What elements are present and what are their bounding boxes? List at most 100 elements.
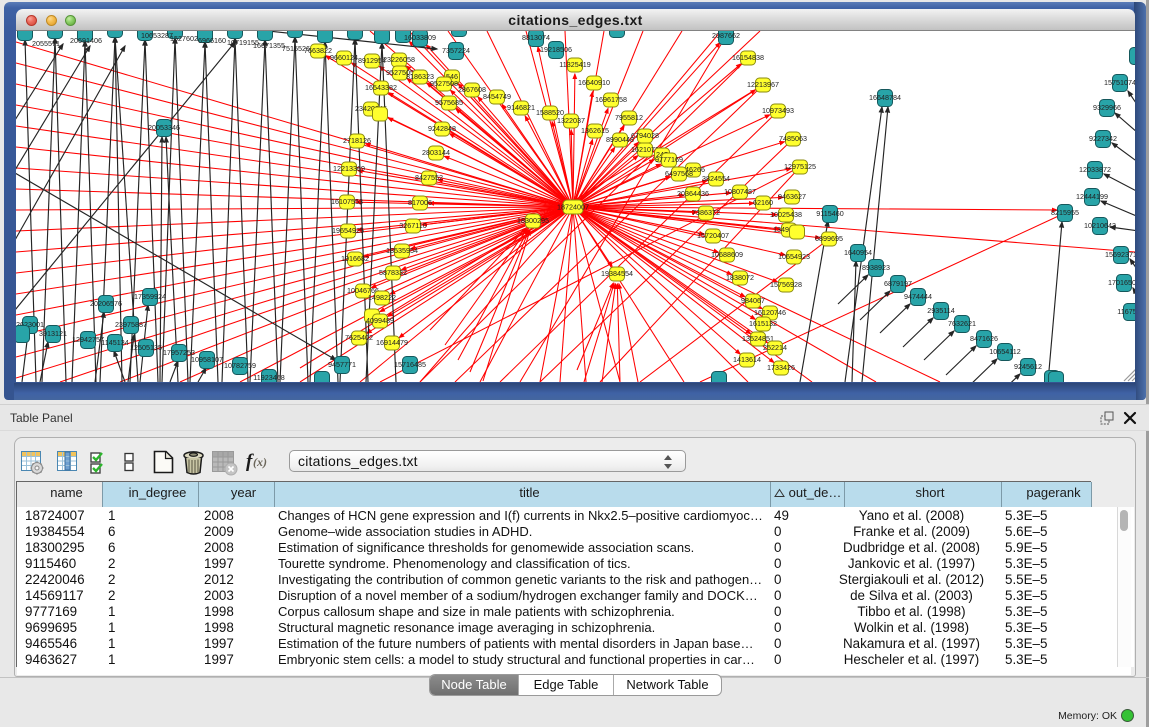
svg-text:7955812: 7955812 bbox=[615, 113, 643, 122]
svg-text:1362615: 1362615 bbox=[581, 126, 609, 135]
svg-text:8990448: 8990448 bbox=[606, 135, 634, 144]
svg-text:1733426: 1733426 bbox=[767, 363, 795, 372]
svg-text:8938923: 8938923 bbox=[862, 263, 890, 272]
svg-text:12444199: 12444199 bbox=[1076, 192, 1108, 201]
svg-text:16154838: 16154838 bbox=[732, 53, 764, 62]
svg-text:9777169: 9777169 bbox=[655, 155, 683, 164]
svg-text:12213967: 12213967 bbox=[747, 80, 779, 89]
svg-text:1145134: 1145134 bbox=[101, 338, 128, 347]
svg-text:19654925: 19654925 bbox=[332, 226, 364, 235]
svg-text:10654112: 10654112 bbox=[989, 347, 1020, 356]
svg-text:16914479: 16914479 bbox=[376, 338, 408, 347]
svg-text:20053346: 20053346 bbox=[148, 123, 180, 132]
svg-text:10958107: 10958107 bbox=[191, 355, 223, 364]
svg-text:18300295: 18300295 bbox=[517, 216, 549, 225]
svg-text:9329966: 9329966 bbox=[1093, 103, 1121, 112]
svg-text:9527508: 9527508 bbox=[430, 79, 458, 88]
svg-text:10973493: 10973493 bbox=[762, 106, 794, 115]
svg-text:1167533: 1167533 bbox=[1117, 307, 1135, 316]
svg-text:11325419: 11325419 bbox=[559, 60, 590, 69]
svg-text:3824554: 3824554 bbox=[702, 174, 730, 183]
svg-text:8912954: 8912954 bbox=[358, 56, 386, 65]
svg-text:6899695: 6899695 bbox=[815, 234, 843, 243]
svg-text:3913121: 3913121 bbox=[39, 329, 67, 338]
svg-text:8215955: 8215955 bbox=[1051, 208, 1079, 217]
svg-text:1527602: 1527602 bbox=[170, 34, 198, 43]
svg-text:8813074: 8813074 bbox=[522, 33, 550, 42]
svg-text:20364436: 20364436 bbox=[677, 189, 709, 198]
svg-text:7515526: 7515526 bbox=[282, 44, 310, 53]
svg-text:2803144: 2803144 bbox=[422, 148, 450, 157]
svg-text:23226058: 23226058 bbox=[383, 55, 415, 64]
svg-text:1916682: 1916682 bbox=[341, 254, 369, 263]
svg-text:16671355: 16671355 bbox=[253, 41, 285, 50]
svg-text:10654923: 10654923 bbox=[778, 252, 810, 261]
svg-text:16961758: 16961758 bbox=[595, 95, 627, 104]
svg-text:16543382: 16543382 bbox=[365, 83, 397, 92]
svg-text:984067: 984067 bbox=[741, 296, 765, 305]
svg-text:15716485: 15716485 bbox=[394, 360, 426, 369]
svg-text:7632621: 7632621 bbox=[948, 319, 976, 328]
svg-text:12975125: 12975125 bbox=[784, 162, 816, 171]
svg-text:15720407: 15720407 bbox=[697, 231, 729, 240]
svg-text:8471626: 8471626 bbox=[970, 334, 998, 343]
svg-text:10025438: 10025438 bbox=[770, 210, 802, 219]
svg-text:16033809: 16033809 bbox=[404, 33, 436, 42]
svg-text:9115460: 9115460 bbox=[816, 209, 843, 218]
svg-text:16107553: 16107553 bbox=[331, 197, 363, 206]
svg-text:10210643: 10210643 bbox=[1084, 221, 1116, 230]
svg-text:6794028: 6794028 bbox=[631, 131, 659, 140]
svg-text:7386372: 7386372 bbox=[692, 208, 720, 217]
svg-text:8454749: 8454749 bbox=[483, 92, 511, 101]
svg-text:7485063: 7485063 bbox=[779, 134, 807, 143]
svg-text:16648784: 16648784 bbox=[869, 93, 901, 102]
svg-text:9245612: 9245612 bbox=[1014, 362, 1042, 371]
svg-text:9227342: 9227342 bbox=[1089, 134, 1117, 143]
svg-text:2867608: 2867608 bbox=[458, 85, 486, 94]
svg-text:1322037: 1322037 bbox=[557, 116, 585, 125]
svg-text:19218506: 19218506 bbox=[540, 45, 572, 54]
svg-text:16120746: 16120746 bbox=[754, 308, 786, 317]
svg-text:12942757: 12942757 bbox=[72, 335, 104, 344]
svg-text:2087662: 2087662 bbox=[712, 31, 740, 40]
svg-text:12505135: 12505135 bbox=[130, 343, 162, 352]
svg-text:10688609: 10688609 bbox=[711, 250, 743, 259]
svg-text:6497568: 6497568 bbox=[665, 169, 693, 178]
svg-text:1498222: 1498222 bbox=[368, 293, 396, 302]
svg-text:9474444: 9474444 bbox=[904, 292, 932, 301]
svg-text:8427552: 8427552 bbox=[415, 173, 443, 182]
svg-text:2055571: 2055571 bbox=[32, 39, 60, 48]
svg-text:(x): (x) bbox=[253, 455, 267, 469]
svg-text:6966160: 6966160 bbox=[198, 36, 226, 45]
svg-text:3267110: 3267110 bbox=[399, 221, 426, 230]
svg-text:817006: 817006 bbox=[408, 198, 432, 207]
svg-text:9146821: 9146821 bbox=[507, 103, 535, 112]
svg-text:12213369: 12213369 bbox=[333, 164, 365, 173]
svg-text:20691406: 20691406 bbox=[70, 36, 102, 45]
svg-text:7625402: 7625402 bbox=[345, 333, 373, 342]
svg-text:1640954: 1640954 bbox=[844, 248, 872, 257]
svg-text:2718126: 2718126 bbox=[343, 136, 371, 145]
svg-text:7357224: 7357224 bbox=[442, 46, 470, 55]
svg-text:9242848: 9242848 bbox=[428, 124, 456, 133]
svg-text:252214: 252214 bbox=[763, 343, 787, 352]
svg-text:1838072: 1838072 bbox=[726, 273, 754, 282]
svg-text:15692371: 15692371 bbox=[1105, 250, 1135, 259]
svg-text:16640910: 16640910 bbox=[578, 78, 610, 87]
svg-text:4099489: 4099489 bbox=[366, 316, 394, 325]
svg-text:2935114: 2935114 bbox=[927, 306, 954, 315]
svg-text:1413614: 1413614 bbox=[733, 355, 761, 364]
svg-text:10807487: 10807487 bbox=[724, 187, 756, 196]
svg-text:10653287: 10653287 bbox=[141, 31, 173, 40]
svg-text:12033872: 12033872 bbox=[1079, 165, 1111, 174]
svg-text:20206576: 20206576 bbox=[90, 299, 122, 308]
svg-text:62160: 62160 bbox=[753, 198, 773, 207]
svg-text:9457771: 9457771 bbox=[328, 360, 356, 369]
svg-text:11923468: 11923468 bbox=[253, 373, 284, 382]
svg-text:13535954: 13535954 bbox=[386, 246, 418, 255]
svg-text:18724007: 18724007 bbox=[557, 203, 589, 212]
svg-text:17359924: 17359924 bbox=[134, 292, 166, 301]
svg-text:23975887: 23975887 bbox=[115, 320, 147, 329]
svg-text:17016504: 17016504 bbox=[1108, 278, 1135, 287]
svg-text:9463627: 9463627 bbox=[778, 192, 806, 201]
